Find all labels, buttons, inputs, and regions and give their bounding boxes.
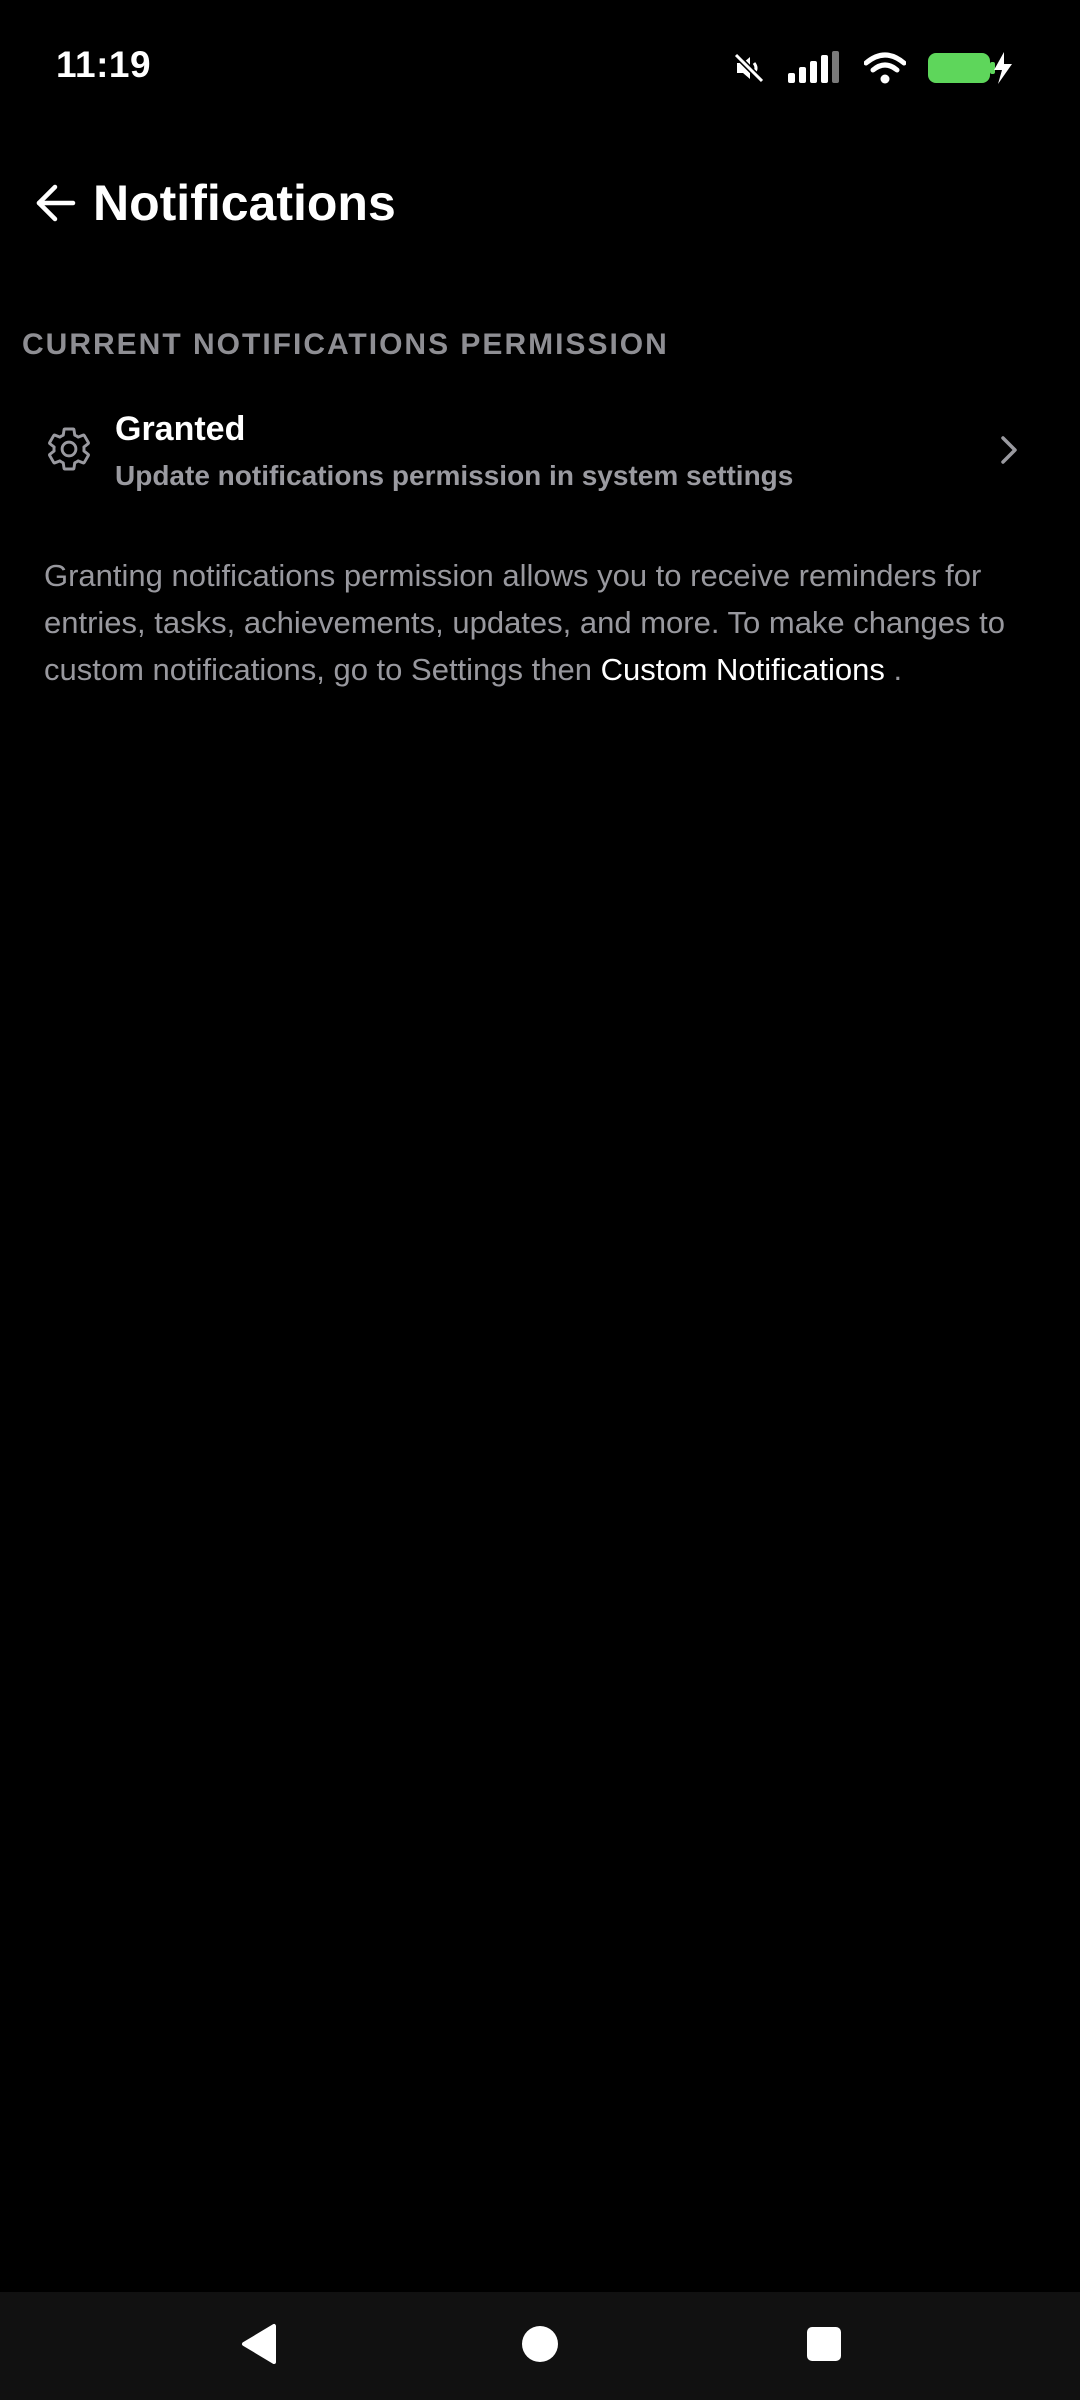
- gear-icon: [44, 424, 94, 474]
- custom-notifications-link[interactable]: Custom Notifications: [601, 652, 885, 687]
- permission-status: Granted: [115, 410, 246, 448]
- navigation-bar: [0, 2292, 1080, 2400]
- nav-recents-icon: [806, 2326, 842, 2367]
- nav-home-button[interactable]: [508, 2314, 572, 2378]
- arrow-left-icon: [33, 181, 77, 230]
- back-button[interactable]: [20, 170, 90, 240]
- description-suffix: .: [884, 652, 903, 687]
- wifi-icon: [864, 51, 906, 85]
- nav-recents-button[interactable]: [792, 2314, 856, 2378]
- permission-description: Granting notifications permission allows…: [44, 552, 1034, 693]
- nav-back-icon: [238, 2322, 278, 2371]
- section-header: CURRENT NOTIFICATIONS PERMISSION: [22, 328, 669, 361]
- permission-subtitle: Update notifications permission in syste…: [115, 460, 794, 491]
- status-icons: [732, 46, 1014, 90]
- status-bar: 11:19: [0, 0, 1080, 130]
- permission-row[interactable]: Granted Update notifications permission …: [0, 390, 1080, 508]
- nav-back-button[interactable]: [226, 2314, 290, 2378]
- chevron-right-icon: [994, 430, 1024, 470]
- signal-icon: [788, 51, 842, 85]
- battery-charging-icon: [928, 50, 1014, 86]
- nav-home-icon: [520, 2324, 560, 2369]
- page-title: Notifications: [93, 175, 396, 231]
- mute-icon: [732, 51, 766, 85]
- status-time: 11:19: [56, 44, 152, 85]
- app-bar: Notifications: [0, 150, 1080, 260]
